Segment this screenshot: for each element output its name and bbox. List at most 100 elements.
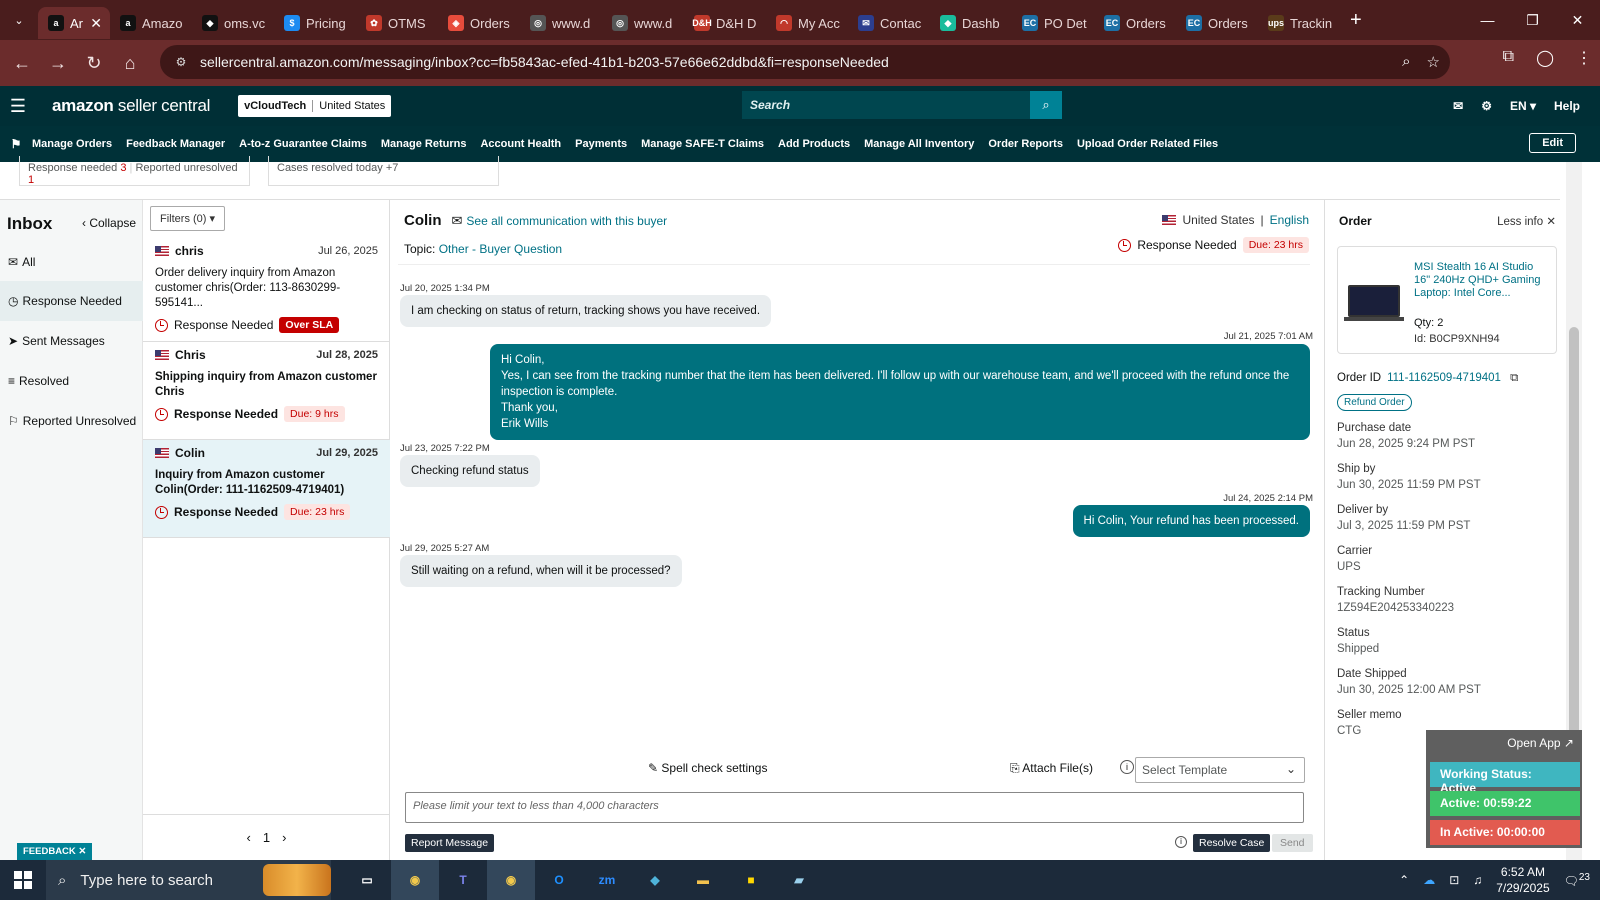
browser-tab[interactable]: ups Trackin xyxy=(1258,7,1340,39)
tab-search-icon[interactable]: ⌄ xyxy=(0,0,38,40)
nav-link[interactable]: Order Reports xyxy=(988,138,1063,150)
site-info-icon[interactable]: ⚙ xyxy=(172,53,190,71)
sticky-notes-icon[interactable]: ■ xyxy=(727,860,775,900)
conversation-item-selected[interactable]: Colin Jul 29, 2025 Inquiry from Amazon cu… xyxy=(143,440,390,538)
hamburger-menu-icon[interactable]: ☰ xyxy=(0,96,36,117)
nav-link[interactable]: Manage Orders xyxy=(32,138,112,150)
conversation-item[interactable]: chris Jul 26, 2025 Order delivery inquiry… xyxy=(143,238,390,342)
browser-tab[interactable]: ✿ OTMS xyxy=(356,7,438,39)
browser-tab[interactable]: ◎ www.d xyxy=(520,7,602,39)
reload-icon[interactable]: ↻ xyxy=(76,45,112,81)
product-title-link[interactable]: MSI Stealth 16 AI Studio 16" 240Hz QHD+ … xyxy=(1414,261,1552,300)
send-button[interactable]: Send xyxy=(1272,834,1313,852)
language-selector[interactable]: EN ▾ xyxy=(1510,99,1536,113)
refund-order-button[interactable]: Refund Order xyxy=(1337,394,1412,411)
edit-nav-button[interactable]: Edit xyxy=(1529,133,1576,153)
nav-link[interactable]: Add Products xyxy=(778,138,850,150)
attach-files-button[interactable]: ⎘ Attach File(s) xyxy=(1010,761,1093,776)
copy-icon[interactable]: ⧉ xyxy=(1510,372,1518,384)
search-input[interactable]: Search xyxy=(742,98,1030,112)
nav-link[interactable]: Manage All Inventory xyxy=(864,138,974,150)
new-tab-button[interactable]: + xyxy=(1350,9,1362,32)
browser-tab[interactable]: D&H D&H D xyxy=(684,7,766,39)
order-id-link[interactable]: 111-1162509-4719401 xyxy=(1387,372,1501,384)
sidebar-item-reported-unresolved[interactable]: ⚐ Reported Unresolved xyxy=(0,401,143,441)
nav-link[interactable]: A-to-z Guarantee Claims xyxy=(239,138,367,150)
url-field[interactable]: ⚙ sellercentral.amazon.com/messaging/inb… xyxy=(160,45,1450,79)
volume-icon[interactable]: ♫ xyxy=(1473,873,1482,887)
nav-link[interactable]: Payments xyxy=(575,138,627,150)
settings-gear-icon[interactable]: ⚙ xyxy=(1481,99,1492,113)
info-icon[interactable]: i xyxy=(1175,836,1187,848)
browser-tab[interactable]: a Ar ✕ xyxy=(38,7,110,39)
sidebar-item-all[interactable]: ✉ All xyxy=(0,242,143,282)
onedrive-icon[interactable]: ☁ xyxy=(1423,873,1435,887)
network-icon[interactable]: ⊡ xyxy=(1449,873,1459,887)
see-all-communication-link[interactable]: See all communication with this buyer xyxy=(466,214,667,228)
filters-dropdown[interactable]: Filters (0) ▾ xyxy=(150,206,226,231)
browser-tab[interactable]: a Amazo xyxy=(110,7,192,39)
minimize-button[interactable]: — xyxy=(1465,0,1510,40)
outlook-icon[interactable]: O xyxy=(535,860,583,900)
resolve-case-button[interactable]: Resolve Case xyxy=(1193,834,1271,852)
seller-central-logo[interactable]: amazon seller central xyxy=(52,96,210,116)
open-app-link[interactable]: Open App ↗ xyxy=(1507,736,1574,750)
help-link[interactable]: Help xyxy=(1554,99,1580,113)
chrome-profile-icon[interactable]: ◉ xyxy=(487,860,535,900)
zoom-icon[interactable]: ⌕ xyxy=(1402,53,1410,71)
browser-tab[interactable]: ◆ Dashb xyxy=(930,7,1012,39)
browser-tab[interactable]: ◠ My Acc xyxy=(766,7,848,39)
prev-page-icon[interactable]: ‹ xyxy=(247,830,251,845)
extensions-icon[interactable]: ⧉ xyxy=(1503,48,1514,68)
account-switcher[interactable]: vCloudTech United States xyxy=(238,95,392,117)
browser-tab[interactable]: $ Pricing xyxy=(274,7,356,39)
product-image[interactable] xyxy=(1344,285,1404,321)
feedback-button[interactable]: FEEDBACK ✕ xyxy=(17,843,93,860)
taskbar-search[interactable]: ⌕ Type here to search xyxy=(46,860,331,900)
report-message-button[interactable]: Report Message xyxy=(405,834,495,852)
notepad-icon[interactable]: ▰ xyxy=(775,860,823,900)
forward-icon[interactable]: → xyxy=(40,45,76,81)
app-icon[interactable]: ◆ xyxy=(631,860,679,900)
browser-tab[interactable]: EC Orders xyxy=(1094,7,1176,39)
stat-response-needed-count[interactable]: 3 xyxy=(120,162,126,174)
browser-tab[interactable]: ✉ Contac xyxy=(848,7,930,39)
scrollbar-thumb[interactable] xyxy=(1569,327,1579,767)
spell-check-settings[interactable]: ✎ Spell check settings xyxy=(648,761,767,775)
sidebar-item-sent-messages[interactable]: ➤ Sent Messages xyxy=(0,321,143,361)
nav-link[interactable]: Account Health xyxy=(480,138,561,150)
back-icon[interactable]: ← xyxy=(4,45,40,81)
nav-link[interactable]: Upload Order Related Files xyxy=(1077,138,1218,150)
maximize-button[interactable]: ❐ xyxy=(1510,0,1555,40)
bookmark-icon[interactable]: ⚑ xyxy=(0,137,32,151)
info-icon[interactable]: i xyxy=(1120,760,1134,774)
conversation-item[interactable]: Chris Jul 28, 2025 Shipping inquiry from … xyxy=(143,342,390,440)
browser-tab[interactable]: ◈ Orders xyxy=(438,7,520,39)
template-select[interactable]: Select Template ⌄ xyxy=(1135,757,1305,783)
browser-menu-icon[interactable]: ⋮ xyxy=(1576,48,1592,68)
sidebar-item-response-needed[interactable]: ◷ Response Needed xyxy=(0,281,143,321)
topic-value[interactable]: Other - Buyer Question xyxy=(439,242,562,256)
chrome-icon[interactable]: ◉ xyxy=(391,860,439,900)
nav-link[interactable]: Feedback Manager xyxy=(126,138,225,150)
home-icon[interactable]: ⌂ xyxy=(112,45,148,81)
sidebar-item-resolved[interactable]: ≡ Resolved xyxy=(0,361,143,401)
search-icon[interactable]: ⌕ xyxy=(1030,91,1062,119)
message-compose-input[interactable]: Please limit your text to less than 4,00… xyxy=(405,792,1304,823)
collapse-button[interactable]: ‹ Collapse xyxy=(82,216,136,230)
close-window-button[interactable]: ✕ xyxy=(1555,0,1600,40)
browser-tab[interactable]: EC Orders xyxy=(1176,7,1258,39)
profile-icon[interactable]: ◯ xyxy=(1536,48,1554,68)
browser-tab[interactable]: EC PO Det xyxy=(1012,7,1094,39)
browser-tab[interactable]: ◆ oms.vc xyxy=(192,7,274,39)
close-tab-icon[interactable]: ✕ xyxy=(90,15,102,32)
nav-link[interactable]: Manage Returns xyxy=(381,138,467,150)
nav-link[interactable]: Manage SAFE-T Claims xyxy=(641,138,764,150)
file-explorer-icon[interactable]: ▬ xyxy=(679,860,727,900)
chevron-up-icon[interactable]: ⌃ xyxy=(1399,873,1409,887)
windows-start-icon[interactable] xyxy=(0,871,46,889)
zoom-app-icon[interactable]: zm xyxy=(583,860,631,900)
stat-reported-unresolved-count[interactable]: 1 xyxy=(28,174,34,186)
less-info-button[interactable]: Less info ✕ xyxy=(1497,214,1556,228)
task-view-icon[interactable]: ▭ xyxy=(343,860,391,900)
